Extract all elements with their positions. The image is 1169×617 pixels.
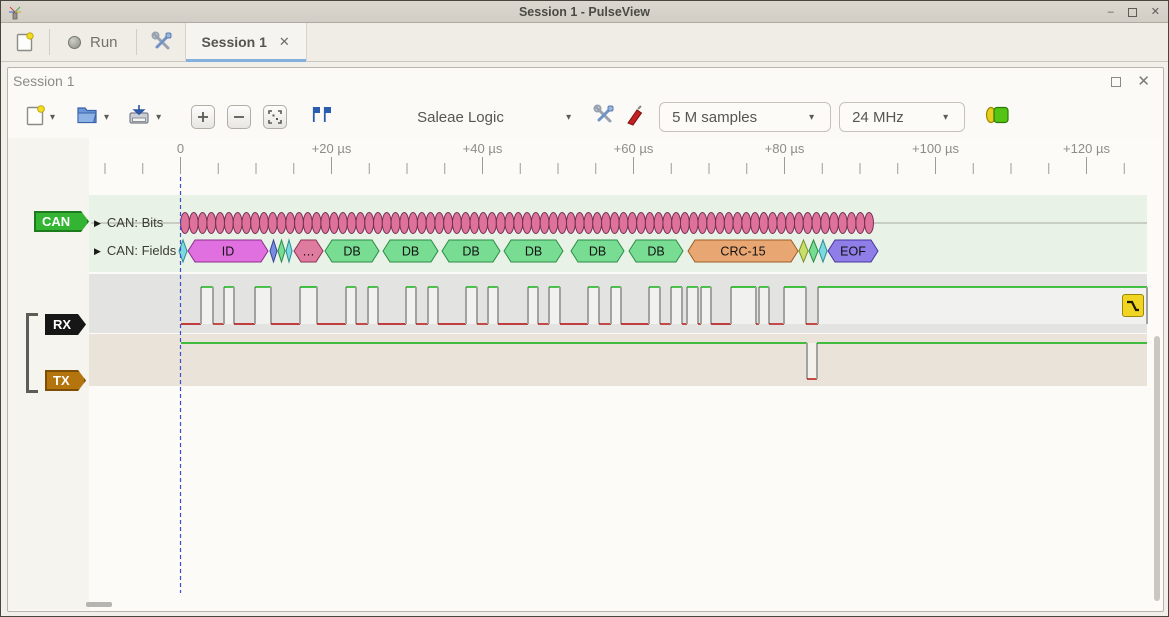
device-select-caret: ▾ xyxy=(566,112,571,123)
sample-count-value: 5 M samples xyxy=(672,109,757,126)
zoom-out-icon xyxy=(233,111,245,123)
tab-label: Session 1 xyxy=(202,34,267,50)
decoder-icon xyxy=(983,105,1013,125)
maximize-icon[interactable] xyxy=(1128,8,1137,17)
ruler-label: +40 µs xyxy=(463,141,503,156)
minimize-icon[interactable]: – xyxy=(1108,7,1114,18)
close-icon[interactable]: ✕ xyxy=(1151,7,1160,18)
ruler-label: +100 µs xyxy=(912,141,959,156)
ruler-label: +60 µs xyxy=(614,141,654,156)
trigger-markers-button[interactable] xyxy=(311,106,333,129)
zoom-in-icon xyxy=(197,111,209,123)
device-name: Saleae Logic xyxy=(417,109,504,126)
pulseview-window: Session 1 - PulseView – ✕ Run xyxy=(0,0,1169,617)
ruler-label: +120 µs xyxy=(1063,141,1110,156)
toolbar-separator xyxy=(136,29,137,55)
sample-rate-select[interactable]: 24 MHz ▾ xyxy=(839,102,965,132)
open-folder-icon xyxy=(75,104,99,126)
rx-channel-tag[interactable]: RX xyxy=(45,314,86,335)
ruler-label: +20 µs xyxy=(312,141,352,156)
toolbar-separator xyxy=(49,29,50,55)
session-toolbar: ▾ ▾ ▾ xyxy=(25,98,1148,136)
add-decoder-button[interactable] xyxy=(983,105,1013,130)
tab-close-icon[interactable]: ✕ xyxy=(279,34,290,50)
falling-edge-icon xyxy=(1125,298,1141,314)
dock-close-icon[interactable]: ✕ xyxy=(1137,74,1150,89)
trigger-flags-icon xyxy=(311,106,333,124)
run-label: Run xyxy=(90,34,118,51)
expand-arrow-icon[interactable]: ▶ xyxy=(94,246,101,256)
new-file-dropdown-caret[interactable]: ▾ xyxy=(50,112,55,123)
configure-device-button[interactable] xyxy=(593,104,615,131)
save-button[interactable] xyxy=(127,103,151,132)
tools-wrench-icon xyxy=(151,31,173,53)
open-button[interactable] xyxy=(75,104,99,131)
new-session-icon xyxy=(15,31,35,53)
run-state-icon xyxy=(68,36,81,49)
dock-title: Session 1 xyxy=(13,73,74,89)
save-dropdown-caret[interactable]: ▾ xyxy=(156,112,161,123)
window-title: Session 1 - PulseView xyxy=(1,5,1168,19)
probe-icon xyxy=(625,104,645,126)
titlebar[interactable]: Session 1 - PulseView – ✕ xyxy=(1,1,1168,23)
save-icon xyxy=(127,103,151,127)
ruler-label: +80 µs xyxy=(765,141,805,156)
decoder-row-background xyxy=(89,195,1147,272)
rx-trigger-badge[interactable] xyxy=(1122,294,1144,317)
device-config-wrench-icon xyxy=(593,104,615,126)
device-select[interactable]: Saleae Logic ▾ xyxy=(417,109,575,126)
zoom-fit-button[interactable] xyxy=(263,105,287,129)
channels-button[interactable] xyxy=(625,104,645,131)
zoom-in-button[interactable] xyxy=(191,105,215,129)
dock-float-icon[interactable] xyxy=(1111,77,1121,87)
ruler-label: 0 xyxy=(177,141,184,156)
tx-channel-tag[interactable]: TX xyxy=(45,370,86,391)
sample-count-select[interactable]: 5 M samples ▾ xyxy=(659,102,831,132)
open-dropdown-caret[interactable]: ▾ xyxy=(104,112,109,123)
new-file-icon xyxy=(25,103,45,127)
horizontal-scrollbar[interactable] xyxy=(86,602,112,607)
channel-group-bracket[interactable] xyxy=(26,313,38,393)
tx-row-background xyxy=(89,334,1147,386)
sample-count-caret: ▾ xyxy=(809,112,814,123)
sample-rate-caret: ▾ xyxy=(943,112,948,123)
run-button[interactable]: Run xyxy=(58,27,128,57)
main-toolbar: Run Session 1 ✕ xyxy=(1,23,1168,62)
new-session-button[interactable] xyxy=(9,27,41,57)
vertical-scrollbar[interactable] xyxy=(1154,336,1160,601)
settings-button[interactable] xyxy=(145,27,179,57)
zoom-out-button[interactable] xyxy=(227,105,251,129)
can-decoder-tag[interactable]: CAN xyxy=(34,211,89,232)
ruler: 0 +20 µs +40 µs +60 µs +80 µs +100 µs +120 µs xyxy=(1,141,1168,156)
rx-row-background xyxy=(89,274,1147,333)
tab-session-1[interactable]: Session 1 ✕ xyxy=(185,23,307,62)
can-bits-row-label[interactable]: ▶CAN: Bits xyxy=(94,215,163,230)
zoom-fit-icon xyxy=(268,110,282,124)
can-fields-row-label[interactable]: ▶CAN: Fields xyxy=(94,243,176,258)
expand-arrow-icon[interactable]: ▶ xyxy=(94,218,101,228)
sample-rate-value: 24 MHz xyxy=(852,109,904,126)
active-tab-indicator xyxy=(186,59,306,62)
new-file-button[interactable] xyxy=(25,103,45,132)
